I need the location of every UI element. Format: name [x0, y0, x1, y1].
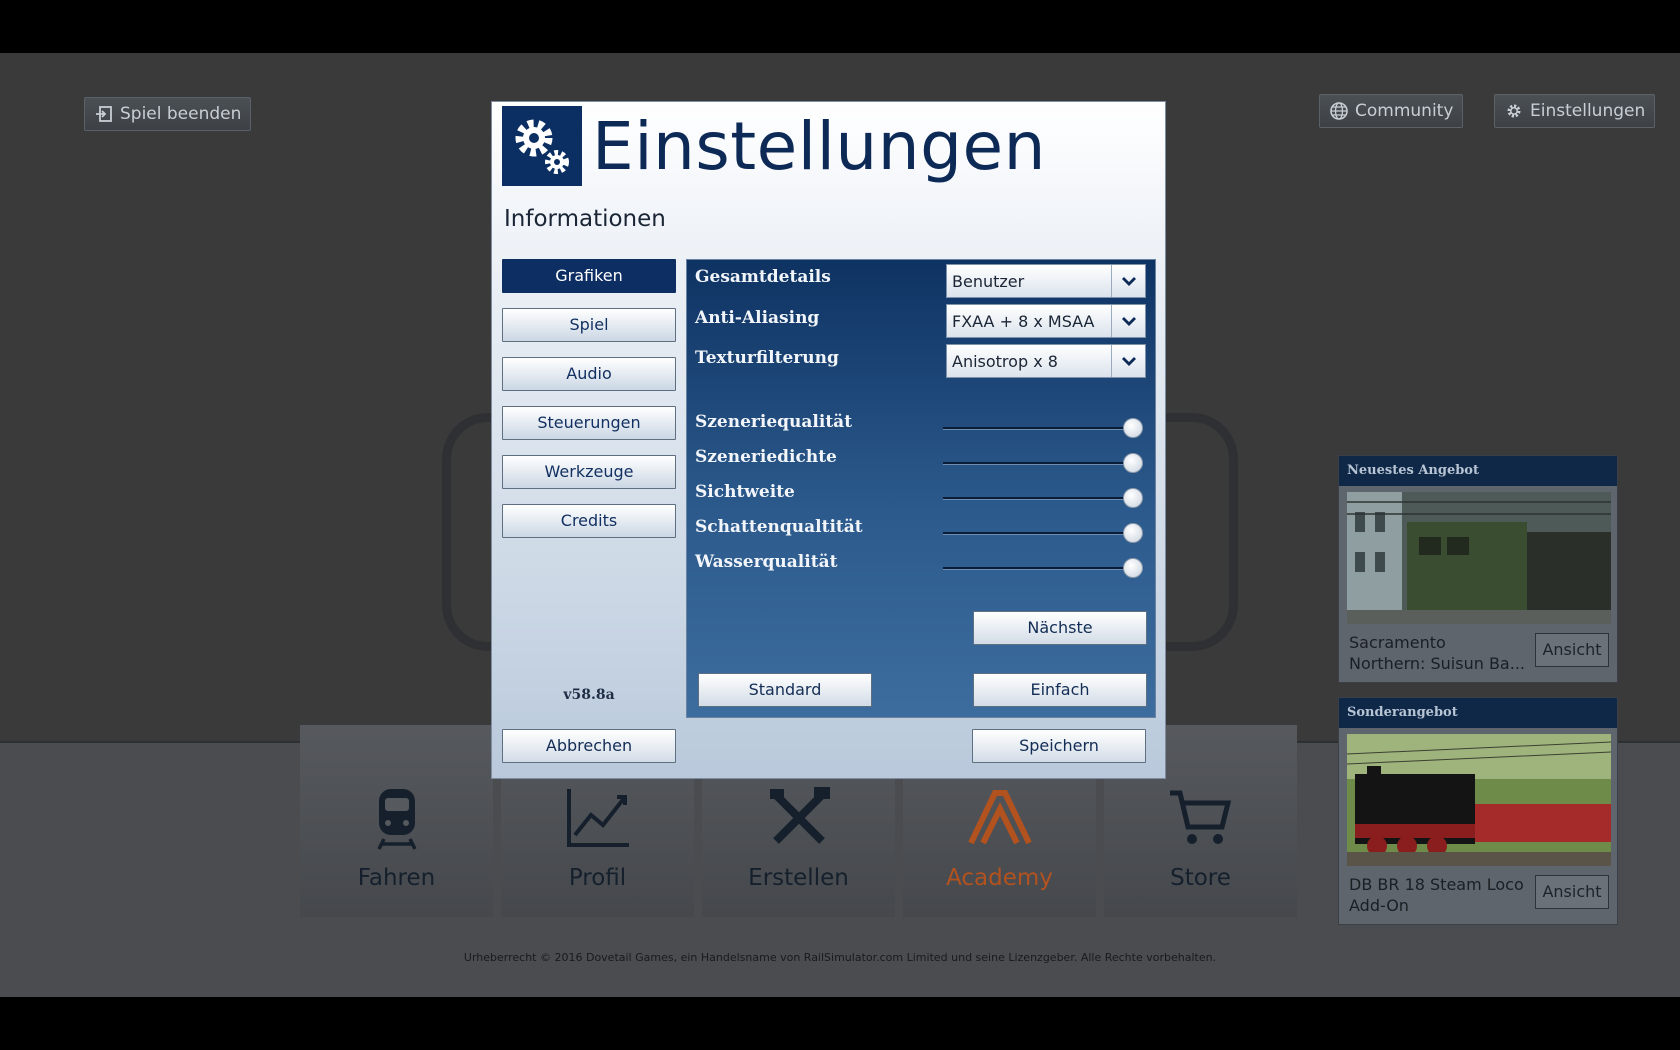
select-value: Benutzer [952, 272, 1025, 291]
slider-thumb[interactable] [1123, 453, 1143, 473]
quit-game-button[interactable]: Spiel beenden [84, 97, 252, 131]
setting-label: Szeneriequalität [695, 412, 853, 432]
water-quality-slider[interactable] [943, 558, 1143, 578]
offer-image [1347, 492, 1611, 624]
view-offer-button[interactable]: Ansicht [1535, 875, 1609, 909]
slider-track [943, 532, 1143, 535]
settings-label: Einstellungen [1530, 101, 1646, 121]
tile-fahren[interactable]: Fahren [300, 725, 493, 917]
shadow-quality-slider[interactable] [943, 523, 1143, 543]
anti-aliasing-select[interactable]: FXAA + 8 x MSAA [946, 304, 1146, 338]
slider-thumb[interactable] [1123, 418, 1143, 438]
scenery-density-slider[interactable] [943, 453, 1143, 473]
settings-logo [502, 106, 582, 186]
setting-label: Gesamtdetails [695, 267, 831, 287]
version-label: v58.8a [563, 687, 615, 703]
settings-button[interactable]: Einstellungen [1494, 94, 1656, 128]
setting-label: Szeneriedichte [695, 447, 837, 467]
newest-offer-card: Neuestes Angebot Sacramento Northern: Su… [1338, 455, 1618, 683]
chart-line-icon [566, 789, 629, 847]
offer-title-line2: Add-On [1349, 896, 1409, 915]
chevron-down-icon [1111, 305, 1145, 337]
cancel-button[interactable]: Abbrechen [502, 729, 676, 763]
offer-title-line1: DB BR 18 Steam Loco [1349, 875, 1524, 894]
offer-title-line1: Sacramento [1349, 633, 1446, 652]
tile-label: Profil [568, 865, 627, 891]
setting-label: Schattenqualtität [695, 517, 863, 537]
save-button[interactable]: Speichern [972, 729, 1146, 763]
setting-label: Sichtweite [695, 482, 795, 502]
tab-werkzeuge[interactable]: Werkzeuge [502, 455, 676, 489]
tab-steuerungen[interactable]: Steuerungen [502, 406, 676, 440]
slider-track [943, 462, 1143, 465]
special-offer-card: Sonderangebot DB BR 18 Steam Loco Add-On… [1338, 697, 1618, 925]
dialog-title: Einstellungen [592, 108, 1046, 185]
train-icon [376, 789, 417, 850]
academy-icon [967, 790, 1032, 845]
gear-icon [1507, 104, 1521, 118]
tab-grafiken[interactable]: Grafiken [502, 259, 676, 293]
setting-label: Anti-Aliasing [695, 308, 820, 328]
view-offer-button[interactable]: Ansicht [1535, 633, 1609, 667]
select-value: Anisotrop x 8 [952, 352, 1058, 371]
exit-icon [96, 106, 112, 122]
simple-button[interactable]: Einfach [973, 673, 1147, 707]
quit-game-label: Spiel beenden [120, 104, 242, 124]
gears-icon [515, 119, 569, 174]
chevron-down-icon [1111, 265, 1145, 297]
texture-filtering-select[interactable]: Anisotrop x 8 [946, 344, 1146, 378]
chevron-down-icon [1111, 345, 1145, 377]
slider-thumb[interactable] [1123, 558, 1143, 578]
slider-track [943, 497, 1143, 500]
tile-label: Store [1170, 865, 1231, 891]
offer-title-line2: Northern: Suisun Ba... [1349, 654, 1525, 673]
tools-icon [769, 787, 830, 844]
overall-detail-select[interactable]: Benutzer [946, 264, 1146, 298]
settings-dialog: Einstellungen Informationen Grafiken Spi… [491, 101, 1166, 779]
community-button[interactable]: Community [1319, 94, 1464, 128]
slider-thumb[interactable] [1123, 523, 1143, 543]
tab-audio[interactable]: Audio [502, 357, 676, 391]
offer-header: Sonderangebot [1339, 698, 1617, 728]
tile-label: Academy [946, 865, 1053, 891]
scenery-quality-slider[interactable] [943, 418, 1143, 438]
select-value: FXAA + 8 x MSAA [952, 312, 1095, 331]
shopping-cart-icon [1169, 790, 1231, 844]
offer-header: Neuestes Angebot [1339, 456, 1617, 486]
graphics-settings-panel: Gesamtdetails Benutzer Anti-Aliasing FXA… [686, 259, 1156, 718]
slider-track [943, 427, 1143, 430]
copyright-text: Urheberrecht © 2016 Dovetail Games, ein … [463, 951, 1217, 964]
setting-label: Texturfilterung [695, 348, 839, 368]
slider-thumb[interactable] [1123, 488, 1143, 508]
globe-icon [1330, 102, 1348, 120]
slider-track [943, 567, 1143, 570]
view-distance-slider[interactable] [943, 488, 1143, 508]
standard-button[interactable]: Standard [698, 673, 872, 707]
tab-spiel[interactable]: Spiel [502, 308, 676, 342]
tab-credits[interactable]: Credits [502, 504, 676, 538]
offer-footer: DB BR 18 Steam Loco Add-On Ansicht [1339, 870, 1617, 924]
community-label: Community [1355, 101, 1454, 121]
offer-footer: Sacramento Northern: Suisun Ba... Ansich… [1339, 628, 1617, 682]
next-button[interactable]: Nächste [973, 611, 1147, 645]
dialog-subtitle: Informationen [504, 206, 666, 232]
setting-label: Wasserqualität [695, 552, 838, 572]
tile-label: Erstellen [748, 865, 849, 891]
tile-label: Fahren [357, 865, 436, 891]
offer-image [1346, 734, 1612, 866]
